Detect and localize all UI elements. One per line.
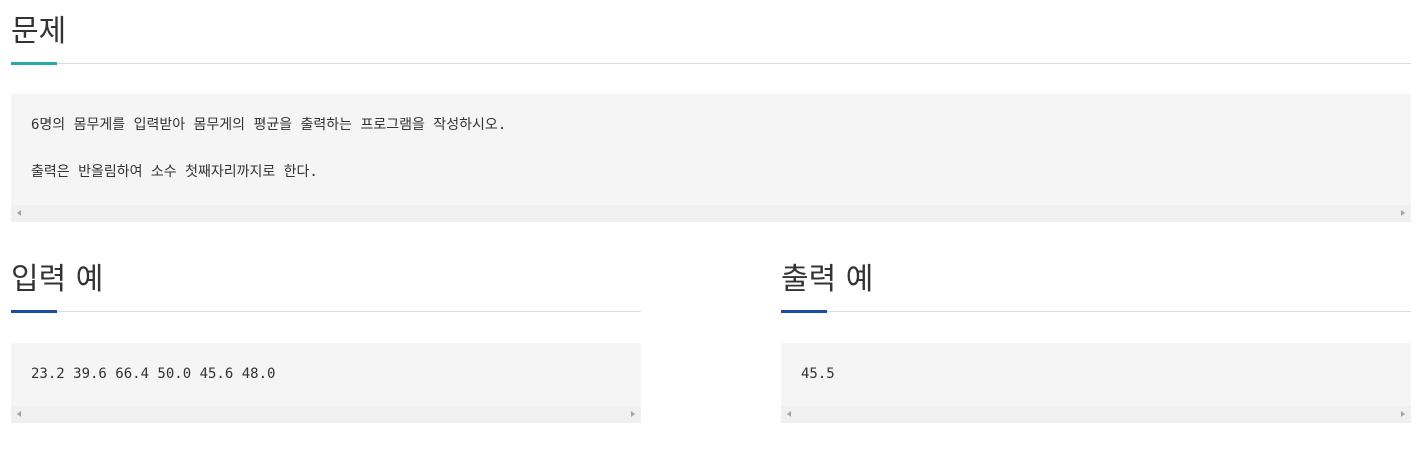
problem-header: 문제	[11, 14, 1411, 65]
scroll-left-arrow-icon[interactable]	[17, 210, 21, 216]
input-example-title-underline	[11, 310, 57, 313]
output-example-content: 45.5	[801, 366, 835, 382]
scroll-right-arrow-icon[interactable]	[1401, 210, 1405, 216]
scroll-left-arrow-icon[interactable]	[787, 411, 791, 417]
output-example-horizontal-scrollbar[interactable]	[781, 406, 1411, 423]
scroll-right-arrow-icon[interactable]	[631, 411, 635, 417]
output-example-header: 출력 예	[781, 262, 1411, 313]
input-example-title: 입력 예	[11, 262, 104, 297]
output-example-box: 45.5	[781, 343, 1411, 423]
input-example-header: 입력 예	[11, 262, 641, 313]
problem-line-1: 6명의 몸무게를 입력받아 몸무게의 평균을 출력하는 프로그램을 작성하시오.	[31, 117, 507, 133]
input-example-box: 23.2 39.6 66.4 50.0 45.6 48.0	[11, 343, 641, 423]
problem-title: 문제	[11, 14, 67, 49]
problem-description-box: 6명의 몸무게를 입력받아 몸무게의 평균을 출력하는 프로그램을 작성하시오.…	[11, 94, 1411, 222]
problem-line-2: 출력은 반올림하여 소수 첫째자리까지로 한다.	[31, 164, 318, 180]
input-example-content: 23.2 39.6 66.4 50.0 45.6 48.0	[31, 366, 276, 382]
scroll-right-arrow-icon[interactable]	[1401, 411, 1405, 417]
input-example-horizontal-scrollbar[interactable]	[11, 406, 641, 423]
scroll-left-arrow-icon[interactable]	[17, 411, 21, 417]
problem-title-underline	[11, 62, 57, 65]
output-example-title: 출력 예	[781, 262, 874, 297]
problem-horizontal-scrollbar[interactable]	[11, 205, 1411, 222]
output-example-title-underline	[781, 310, 827, 313]
